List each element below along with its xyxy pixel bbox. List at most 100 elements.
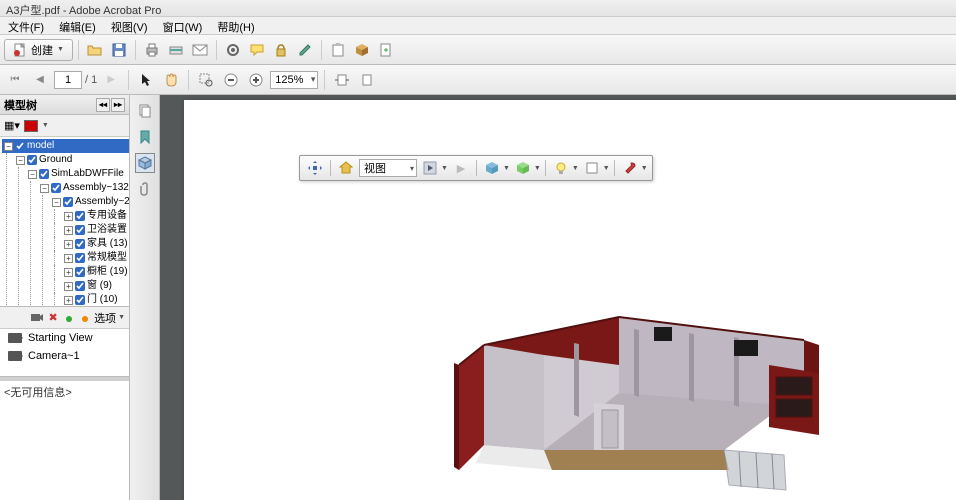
tree-node[interactable]: +家具 (13) (62, 237, 129, 251)
comment-button[interactable] (246, 39, 268, 61)
color-swatch[interactable] (24, 120, 38, 132)
pages-icon (138, 104, 152, 118)
collapse-icon[interactable]: − (4, 142, 13, 151)
3d-model-render (424, 245, 854, 500)
secure-button[interactable] (270, 39, 292, 61)
model-tree-tab[interactable] (135, 153, 155, 173)
panel-next-button[interactable]: ▸▸ (111, 98, 125, 112)
tree-node[interactable]: +门 (10) (62, 293, 129, 307)
scan-button[interactable] (165, 39, 187, 61)
document-new-icon (13, 43, 27, 57)
cube-colored-icon (355, 43, 369, 57)
menu-edit[interactable]: 编辑(E) (55, 21, 100, 35)
wrench-icon (623, 161, 637, 175)
tree-icon[interactable]: ▦▾ (4, 119, 20, 132)
3d-bgcolor-button[interactable] (581, 158, 603, 178)
fit-width-icon (334, 74, 350, 86)
camera-icon (8, 351, 22, 361)
model-tree-header: 模型树 ◂◂ ▸▸ (0, 95, 129, 115)
square-icon (586, 162, 598, 174)
action-button[interactable] (375, 39, 397, 61)
bookmarks-tab[interactable] (135, 127, 155, 147)
zoom-select[interactable]: 125% (270, 71, 318, 89)
tree-node[interactable]: +卫浴装置 ( (62, 223, 129, 237)
panel-prev-button[interactable]: ◂◂ (96, 98, 110, 112)
views-toolbar: ✖ ● ● 选项▼ (0, 307, 129, 329)
3d-light-button[interactable] (512, 158, 534, 178)
cube-icon (138, 156, 152, 170)
3d-tools-button[interactable] (619, 158, 641, 178)
marquee-zoom-button[interactable] (195, 69, 217, 91)
3d-rotate-button[interactable] (304, 158, 326, 178)
thumbnails-tab[interactable] (135, 101, 155, 121)
tree-node-simlab[interactable]: −SimLabDWFFile (26, 167, 129, 181)
window-title: A3户型.pdf - Adobe Acrobat Pro (0, 0, 956, 17)
view-delete-button[interactable]: ✖ (46, 311, 60, 325)
fit-page-button[interactable] (356, 69, 378, 91)
create-button[interactable]: 创建 ▼ (4, 39, 73, 61)
prev-page-button[interactable]: ◀ (29, 69, 51, 91)
save-button[interactable] (108, 39, 130, 61)
3d-next-button[interactable]: ▶ (450, 158, 472, 178)
tree-node-ground[interactable]: −Ground (14, 153, 129, 167)
cube-green-icon (516, 161, 530, 175)
menu-window[interactable]: 窗口(W) (159, 21, 207, 35)
view-item-camera1[interactable]: Camera~1 (0, 347, 129, 365)
tree-node-model[interactable]: −model (2, 139, 129, 153)
create-label: 创建 (31, 42, 53, 58)
3d-view-select[interactable]: 视图 (359, 159, 417, 177)
view-orange-button[interactable]: ● (78, 311, 92, 325)
collapse-icon[interactable]: − (16, 156, 25, 165)
tree-node[interactable]: +橱柜 (19) (62, 265, 129, 279)
zoom-in-button[interactable] (245, 69, 267, 91)
attachments-tab[interactable] (135, 179, 155, 199)
zoom-out-button[interactable] (220, 69, 242, 91)
menu-help[interactable]: 帮助(H) (213, 21, 258, 35)
next-page-button[interactable]: ▶ (100, 69, 122, 91)
3d-cross-section-button[interactable] (550, 158, 572, 178)
tree-checkbox[interactable] (15, 141, 25, 151)
lock-icon (275, 43, 287, 57)
settings-button[interactable] (222, 39, 244, 61)
select-tool[interactable] (135, 69, 157, 91)
form-button[interactable] (327, 39, 349, 61)
info-panel: <无可用信息> (0, 381, 129, 500)
menu-file[interactable]: 文件(F) (4, 21, 48, 35)
cube-blue-icon (485, 161, 499, 175)
tree-node[interactable]: +常规模型 (62, 251, 129, 265)
fit-width-button[interactable] (331, 69, 353, 91)
3d-render-button[interactable] (481, 158, 503, 178)
print-button[interactable] (141, 39, 163, 61)
view-add-button[interactable] (30, 311, 44, 325)
3d-home-button[interactable] (335, 158, 357, 178)
menu-view[interactable]: 视图(V) (107, 21, 152, 35)
first-page-button[interactable]: ⏮ (4, 69, 26, 91)
bookmark-icon (139, 130, 151, 144)
zoom-select-icon (199, 73, 213, 87)
fit-page-icon (361, 73, 373, 87)
toolbar-primary: 创建 ▼ (0, 35, 956, 65)
multimedia-button[interactable] (351, 39, 373, 61)
play-icon (423, 161, 437, 175)
model-tree[interactable]: −model −Ground −SimLabDWFFile −Assembly~… (0, 137, 129, 307)
view-item-starting[interactable]: Starting View (0, 329, 129, 347)
toolbar-navigation: ⏮ ◀ / 1 ▶ 125% (0, 65, 956, 95)
model-tree-sidebar: 模型树 ◂◂ ▸▸ ▦▾ ▼ −model −Ground (0, 95, 130, 500)
tree-node-asm2[interactable]: −Assembly~2 (50, 195, 129, 209)
printer-icon (145, 43, 159, 57)
tree-node-asm1[interactable]: −Assembly~1326 (38, 181, 129, 195)
open-button[interactable] (84, 39, 106, 61)
hand-tool[interactable] (160, 69, 182, 91)
document-canvas[interactable]: 视图 ▼ ▶ ▼ ▼ ▼ ▼ ▼ (130, 95, 956, 500)
view-green-button[interactable]: ● (62, 311, 76, 325)
tree-node[interactable]: +专用设备 (62, 209, 129, 223)
options-label[interactable]: 选项 (94, 310, 116, 326)
email-button[interactable] (189, 39, 211, 61)
envelope-icon (192, 44, 208, 56)
tree-node[interactable]: +窗 (9) (62, 279, 129, 293)
pdf-page[interactable]: 视图 ▼ ▶ ▼ ▼ ▼ ▼ ▼ (184, 100, 956, 500)
3d-play-button[interactable] (419, 158, 441, 178)
sign-button[interactable] (294, 39, 316, 61)
camera-icon (8, 333, 22, 343)
page-input[interactable] (54, 71, 82, 89)
